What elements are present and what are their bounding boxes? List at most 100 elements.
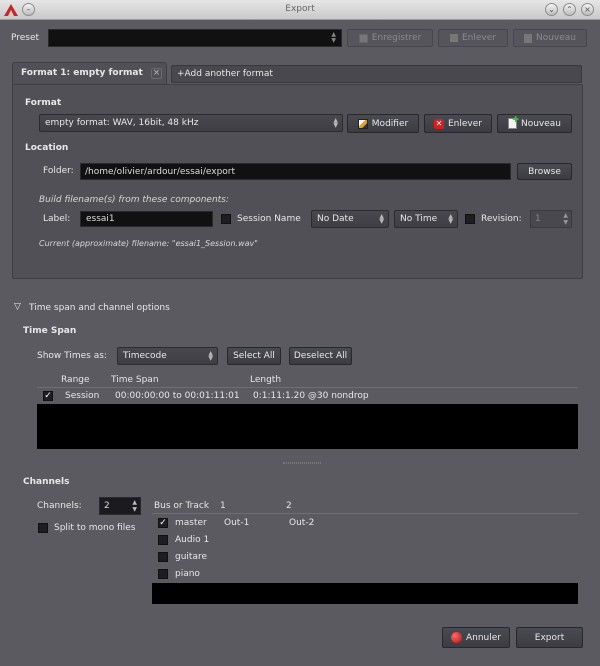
- column-header-bus-or-track[interactable]: Bus or Track: [154, 501, 209, 511]
- preset-label: Preset: [11, 33, 40, 43]
- channels-spinner[interactable]: 2 ▲ ▼: [99, 497, 141, 515]
- list-item[interactable]: guitare: [152, 548, 578, 565]
- date-dropdown-icon: ▲ ▼: [379, 213, 384, 225]
- cancel-label: Annuler: [465, 632, 501, 643]
- show-times-label: Show Times as:: [37, 351, 107, 361]
- column-header-channel-2[interactable]: 2: [286, 501, 292, 511]
- folder-label: Folder:: [43, 166, 74, 176]
- expander-arrow-icon[interactable]: ▽: [14, 302, 21, 312]
- format-combo[interactable]: empty format: WAV, 16bit, 48 kHz ▲ ▼: [39, 114, 343, 132]
- time-format-value: No Time: [400, 214, 438, 224]
- track-name: master: [175, 518, 207, 528]
- track-checkbox[interactable]: [158, 552, 168, 562]
- row-length: 0:1:11:1.20 @30 nondrop: [253, 391, 369, 401]
- minimize-button[interactable]: ⌄: [545, 3, 558, 16]
- track-name: guitare: [175, 552, 208, 562]
- track-checkbox[interactable]: ✓: [158, 518, 168, 528]
- track-channel-1: Out-1: [224, 518, 250, 528]
- channels-count-value: 2: [104, 501, 110, 511]
- show-times-value: Timecode: [123, 351, 167, 361]
- track-checkbox[interactable]: [158, 569, 168, 579]
- show-times-combo[interactable]: Timecode ▲ ▼: [117, 347, 218, 365]
- new-format-button[interactable]: ✚ Nouveau: [497, 114, 572, 133]
- folder-field[interactable]: /home/olivier/ardour/essai/export: [80, 163, 511, 180]
- table-row[interactable]: ✓ Session 00:00:00:00 to 00:01:11:01 0:1…: [37, 388, 578, 404]
- deselect-all-button[interactable]: Deselect All: [289, 347, 352, 365]
- channels-stepper-icon[interactable]: ▲ ▼: [132, 499, 137, 513]
- revision-checkbox[interactable]: [465, 214, 475, 224]
- channels-count-label: Channels:: [37, 501, 82, 511]
- track-checkbox[interactable]: [158, 535, 168, 545]
- track-channel-2: Out-2: [289, 518, 315, 528]
- save-icon: [358, 33, 368, 43]
- build-filename-label: Build filename(s) from these components:: [39, 195, 229, 205]
- remove-format-button[interactable]: ✕ Enlever: [424, 114, 492, 133]
- remove-icon: [450, 34, 458, 42]
- timespan-expander-label[interactable]: Time span and channel options: [29, 303, 170, 313]
- cancel-icon: [450, 632, 462, 643]
- list-item[interactable]: Audio 1: [152, 531, 578, 548]
- list-item[interactable]: ✓ master Out-1 Out-2: [152, 514, 578, 531]
- column-header-time-span[interactable]: Time Span: [111, 375, 159, 385]
- pane-resize-handle[interactable]: [283, 462, 321, 464]
- select-all-button[interactable]: Select All: [227, 347, 281, 365]
- maximize-button[interactable]: ⌃: [563, 3, 576, 16]
- new-preset-label: Nouveau: [535, 33, 577, 43]
- remove-format-label: Enlever: [448, 118, 482, 129]
- save-preset-button[interactable]: Enregistrer: [347, 29, 433, 47]
- revision-stepper-icon[interactable]: ▲ ▼: [563, 212, 568, 226]
- label-field-label: Label:: [43, 214, 71, 224]
- session-name-label: Session Name: [237, 214, 301, 224]
- time-dropdown-icon: ▲ ▼: [448, 213, 453, 225]
- date-format-combo[interactable]: No Date ▲ ▼: [311, 210, 389, 228]
- new-preset-button[interactable]: Nouveau: [513, 29, 587, 47]
- folder-value: /home/olivier/ardour/essai/export: [85, 167, 236, 177]
- close-button[interactable]: ×: [581, 3, 594, 16]
- preset-combo[interactable]: ▲ ▼: [48, 29, 342, 47]
- current-filename-label: Current (approximate) filename: "essai1_…: [39, 239, 258, 248]
- format-heading: Format: [25, 98, 62, 108]
- location-heading: Location: [25, 143, 69, 153]
- revision-value: 1: [535, 214, 541, 224]
- column-header-range[interactable]: Range: [61, 375, 90, 385]
- timespan-list-empty-area: [37, 404, 578, 449]
- cancel-button[interactable]: Annuler: [442, 627, 510, 648]
- remove-preset-label: Enlever: [462, 33, 496, 43]
- window-title: Export: [285, 4, 315, 14]
- track-name: Audio 1: [175, 535, 210, 545]
- label-field-value: essai1: [86, 214, 115, 224]
- new-format-label: Nouveau: [520, 118, 562, 129]
- revision-spinner[interactable]: 1 ▲ ▼: [530, 210, 572, 228]
- revision-label: Revision:: [481, 214, 522, 224]
- show-times-dropdown-icon: ▲ ▼: [208, 350, 213, 362]
- remove-preset-button[interactable]: Enlever: [438, 29, 508, 47]
- label-field[interactable]: essai1: [80, 211, 213, 227]
- preset-dropdown-icon: ▲ ▼: [331, 31, 336, 44]
- edit-pencil-icon: [357, 118, 368, 129]
- date-format-value: No Date: [317, 214, 354, 224]
- split-mono-checkbox[interactable]: [38, 523, 48, 533]
- row-checkbox[interactable]: ✓: [43, 391, 53, 401]
- format-dropdown-icon: ▲ ▼: [333, 117, 338, 129]
- tab-format-1[interactable]: Format 1: empty format ×: [12, 62, 167, 85]
- new-doc-icon: [523, 33, 532, 43]
- export-button[interactable]: Export: [516, 627, 583, 648]
- format-value: empty format: WAV, 16bit, 48 kHz: [45, 118, 199, 128]
- session-name-checkbox[interactable]: [221, 214, 231, 224]
- row-range: Session: [65, 391, 100, 401]
- browse-button[interactable]: Browse: [517, 163, 572, 180]
- modify-format-button[interactable]: Modifier: [347, 114, 419, 133]
- track-name: piano: [175, 569, 200, 579]
- list-item[interactable]: piano: [152, 565, 578, 582]
- add-format-tab[interactable]: +Add another format: [171, 65, 582, 83]
- tab-format-1-label: Format 1: empty format: [21, 68, 143, 78]
- add-format-label: +Add another format: [177, 69, 273, 79]
- time-format-combo[interactable]: No Time ▲ ▼: [394, 210, 458, 228]
- new-doc-icon: ✚: [507, 116, 519, 129]
- column-header-channel-1[interactable]: 1: [220, 501, 226, 511]
- delete-icon: ✕: [434, 118, 444, 129]
- channels-heading: Channels: [23, 477, 70, 487]
- timespan-heading: Time Span: [23, 326, 77, 336]
- close-tab-icon[interactable]: ×: [151, 68, 162, 79]
- column-header-length[interactable]: Length: [250, 375, 281, 385]
